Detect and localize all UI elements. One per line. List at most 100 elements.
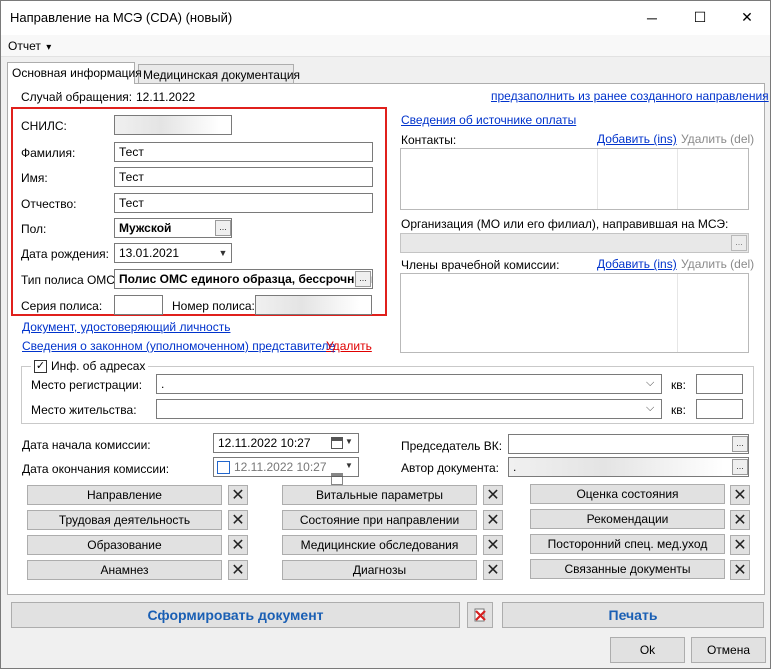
residence-dropdown-icon[interactable]: ⌵ — [646, 402, 654, 415]
section-remove-button[interactable]: ✕ — [730, 560, 750, 580]
dropdown-arrow-icon[interactable]: ▼ — [215, 244, 231, 262]
contacts-label: Контакты: — [401, 133, 457, 147]
residence-label: Место жительства: — [31, 403, 137, 417]
sex-select-button[interactable]: ... — [215, 220, 231, 236]
commission-remove-link[interactable]: Удалить (del) — [681, 257, 754, 271]
registration-apt-input[interactable] — [696, 374, 743, 394]
organization-select-button[interactable]: ... — [731, 235, 747, 251]
calendar-icon[interactable] — [331, 437, 343, 449]
author-select-button[interactable]: ... — [732, 459, 748, 475]
section-button-anamnesis[interactable]: Анамнез — [27, 560, 222, 580]
case-label: Случай обращения: — [21, 90, 133, 104]
section-button-education[interactable]: Образование — [27, 535, 222, 555]
maximize-icon: ☐ — [693, 9, 707, 25]
menu-bar: Отчет ▾ — [1, 35, 770, 57]
lastname-input[interactable]: Тест — [114, 142, 373, 162]
contacts-list[interactable] — [400, 148, 749, 210]
print-button[interactable]: Печать — [502, 602, 764, 628]
chair-field[interactable] — [508, 434, 749, 454]
menu-report[interactable]: Отчет ▾ — [8, 39, 51, 53]
tab-main-info[interactable]: Основная информация — [7, 62, 142, 84]
delete-document-button[interactable] — [467, 602, 493, 628]
firstname-label: Имя: — [21, 171, 48, 185]
close-icon: ✕ — [231, 562, 245, 579]
section-remove-button[interactable]: ✕ — [730, 535, 750, 555]
organization-field[interactable] — [400, 233, 749, 253]
payment-source-link[interactable]: Сведения об источнике оплаты — [401, 113, 576, 127]
section-remove-button[interactable]: ✕ — [730, 510, 750, 530]
section-remove-button[interactable]: ✕ — [483, 560, 503, 580]
minimize-button[interactable]: ─ — [629, 1, 675, 34]
close-icon: ✕ — [486, 487, 500, 504]
commission-label: Члены врачебной комиссии: — [401, 258, 560, 272]
chevron-down-icon[interactable]: ▼ — [345, 461, 353, 470]
identity-doc-link[interactable]: Документ, удостоверяющий личность — [22, 320, 230, 334]
section-remove-button[interactable]: ✕ — [483, 510, 503, 530]
residence-input[interactable] — [156, 399, 662, 419]
section-remove-button[interactable]: ✕ — [730, 485, 750, 505]
end-date-checkbox[interactable] — [217, 461, 230, 474]
middlename-input[interactable]: Тест — [114, 193, 373, 213]
section-button-employment[interactable]: Трудовая деятельность — [27, 510, 222, 530]
chevron-down-icon[interactable]: ▼ — [345, 437, 353, 446]
section-button-referral[interactable]: Направление — [27, 485, 222, 505]
maximize-button[interactable]: ☐ — [677, 1, 723, 34]
chair-select-button[interactable]: ... — [732, 436, 748, 452]
dialog-window: Направление на МСЭ (CDA) (новый) ─ ☐ ✕ О… — [0, 0, 771, 669]
author-field[interactable]: . — [508, 457, 749, 477]
contacts-remove-link[interactable]: Удалить (del) — [681, 132, 754, 146]
section-button-related-docs[interactable]: Связанные документы — [530, 559, 725, 579]
section-button-exams[interactable]: Медицинские обследования — [282, 535, 477, 555]
policy-series-input[interactable] — [114, 295, 163, 315]
ok-button[interactable]: Ok — [610, 637, 685, 663]
tab-medical-docs[interactable]: Медицинская документация — [138, 64, 300, 84]
section-remove-button[interactable]: ✕ — [483, 485, 503, 505]
registration-apt-label: кв: — [671, 378, 686, 392]
registration-input[interactable]: . — [156, 374, 662, 394]
window-title: Направление на МСЭ (CDA) (новый) — [10, 10, 233, 25]
commission-add-link[interactable]: Добавить (ins) — [597, 257, 677, 271]
contacts-column-divider — [677, 149, 678, 209]
menu-report-label: Отчет — [8, 39, 41, 53]
legal-rep-link[interactable]: Сведения о законном (уполномоченном) пре… — [22, 339, 335, 353]
commission-members-list[interactable] — [400, 273, 749, 353]
section-button-recommendations[interactable]: Рекомендации — [530, 509, 725, 529]
policy-type-field[interactable]: Полис ОМС единого образца, бессрочный — [114, 269, 373, 289]
section-remove-button[interactable]: ✕ — [228, 485, 248, 505]
close-button[interactable]: ✕ — [724, 1, 770, 34]
commission-column-divider — [677, 274, 678, 352]
residence-apt-input[interactable] — [696, 399, 743, 419]
section-button-diagnoses[interactable]: Диагнозы — [282, 560, 477, 580]
contacts-column-divider — [597, 149, 598, 209]
section-remove-button[interactable]: ✕ — [483, 535, 503, 555]
section-button-outside-care[interactable]: Посторонний спец. мед.уход — [530, 534, 725, 554]
section-remove-button[interactable]: ✕ — [228, 535, 248, 555]
prefill-link[interactable]: предзаполнить из ранее созданного направ… — [491, 89, 769, 103]
close-icon: ✕ — [733, 537, 747, 554]
policy-type-label: Тип полиса ОМС: — [21, 273, 119, 287]
section-button-condition[interactable]: Состояние при направлении — [282, 510, 477, 530]
registration-dropdown-icon[interactable]: ⌵ — [646, 377, 654, 390]
policy-type-select-button[interactable]: ... — [355, 271, 371, 287]
address-checkbox[interactable]: ✓ — [34, 359, 47, 373]
section-button-assessment[interactable]: Оценка состояния — [530, 484, 725, 504]
generate-document-button[interactable]: Сформировать документ — [11, 602, 460, 628]
close-icon: ✕ — [231, 487, 245, 504]
snils-input[interactable] — [114, 115, 232, 135]
close-icon: ✕ — [231, 537, 245, 554]
section-remove-button[interactable]: ✕ — [228, 510, 248, 530]
legal-rep-delete-link[interactable]: Удалить — [326, 339, 372, 353]
section-remove-button[interactable]: ✕ — [228, 560, 248, 580]
case-value: 12.11.2022 — [136, 90, 196, 104]
policy-number-label: Номер полиса: — [172, 299, 255, 313]
address-group-header: ✓ Инф. об адресах — [31, 359, 149, 373]
cancel-button[interactable]: Отмена — [691, 637, 766, 663]
firstname-input[interactable]: Тест — [114, 167, 373, 187]
policy-number-input[interactable] — [255, 295, 372, 315]
registration-label: Место регистрации: — [31, 378, 143, 392]
start-date-label: Дата начала комиссии: — [22, 438, 151, 452]
contacts-add-link[interactable]: Добавить (ins) — [597, 132, 677, 146]
close-icon: ✕ — [733, 487, 747, 504]
calendar-icon[interactable] — [331, 473, 343, 485]
section-button-vitals[interactable]: Витальные параметры — [282, 485, 477, 505]
